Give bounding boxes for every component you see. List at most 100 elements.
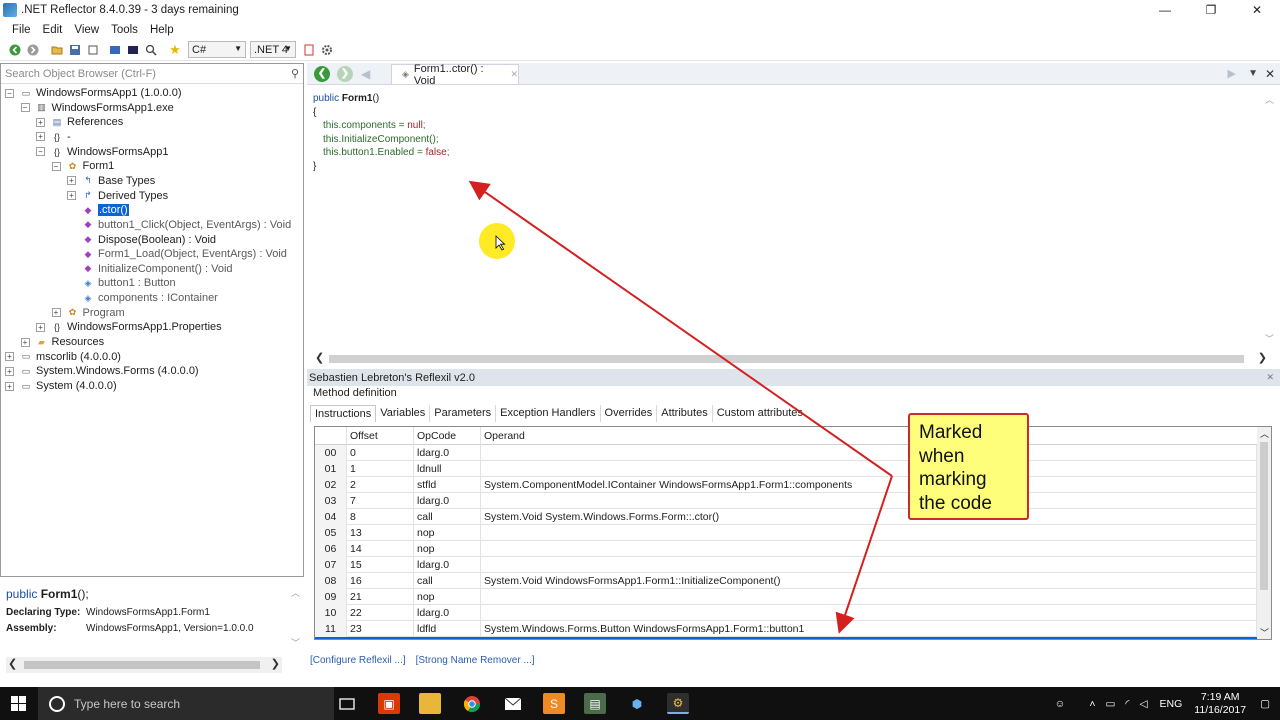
search-icon[interactable] <box>144 43 158 57</box>
tree-node[interactable]: + ↱ Derived Types <box>67 189 168 203</box>
people-icon[interactable]: ☺ <box>1055 698 1066 710</box>
tree-node[interactable]: ◆ InitializeComponent() : Void <box>67 262 233 276</box>
3d-app-icon[interactable]: ⬢ <box>626 693 648 714</box>
code-horizontal-scrollbar[interactable]: ❮ ❯ <box>313 352 1267 365</box>
expand-icon[interactable]: + <box>67 176 76 186</box>
column-header-operand[interactable]: Operand <box>481 427 1257 445</box>
tree-node[interactable]: − ▭ WindowsFormsApp1 (1.0.0.0) <box>5 86 182 100</box>
code-scroll-up-icon[interactable]: ︿ <box>1265 93 1274 106</box>
table-row[interactable]: 04 8 call System.Void System.Windows.Forms.… <box>315 509 1257 525</box>
tree-node[interactable]: + ▭ System.Windows.Forms (4.0.0.0) <box>5 364 199 378</box>
tab-overrides[interactable]: Overrides <box>601 405 658 422</box>
grid-vertical-scrollbar[interactable]: ︿ ﹀ <box>1257 427 1271 639</box>
favorites-icon[interactable]: ★ <box>168 42 182 57</box>
scroll-down-icon[interactable]: ﹀ <box>291 636 300 649</box>
column-header-index[interactable] <box>315 427 347 445</box>
table-row[interactable]: 06 14 nop <box>315 541 1257 557</box>
tree-node[interactable]: + {} - <box>36 130 71 144</box>
table-row[interactable]: 02 2 stfld System.ComponentModel.IContainer… <box>315 477 1257 493</box>
expand-icon[interactable]: + <box>36 322 45 332</box>
notifications-icon[interactable]: ▢ <box>1260 698 1270 710</box>
scrollbar-thumb[interactable] <box>24 661 260 669</box>
collapse-icon[interactable]: − <box>5 88 14 98</box>
scroll-down-icon[interactable]: ﹀ <box>1260 626 1269 639</box>
code-scroll-down-icon[interactable]: ﹀ <box>1265 332 1274 345</box>
table-row[interactable]: 05 13 nop <box>315 525 1257 541</box>
minimize-button[interactable]: — <box>1142 0 1188 20</box>
assembly-value[interactable]: WindowsFormsApp1, Version=1.0.0.0 <box>86 623 254 634</box>
file-explorer-icon[interactable] <box>419 693 441 714</box>
close-editor-icon[interactable]: ✕ <box>1265 67 1275 81</box>
tab-instructions[interactable]: Instructions <box>310 405 377 422</box>
table-row[interactable]: 07 15 ldarg.0 <box>315 557 1257 573</box>
tree-node[interactable]: + ▤ References <box>36 115 123 129</box>
code-method-name[interactable]: Form1 <box>342 93 373 104</box>
tree-node[interactable]: + {} WindowsFormsApp1.Properties <box>36 320 222 334</box>
expand-icon[interactable]: + <box>67 191 76 201</box>
collapse-icon[interactable]: − <box>36 147 45 157</box>
tree-node[interactable]: − ✿ Form1 <box>51 159 114 173</box>
save-icon[interactable] <box>68 43 82 57</box>
expand-icon[interactable]: + <box>51 308 61 318</box>
tree-node[interactable]: + ✿ Program <box>51 306 125 320</box>
tab-parameters[interactable]: Parameters <box>430 405 497 422</box>
tree-node[interactable]: + ▰ Resources <box>20 335 104 349</box>
forward-icon[interactable] <box>26 43 40 57</box>
tab-form1-ctor[interactable]: ◈ Form1..ctor() : Void ✕ <box>391 63 519 87</box>
reflector-taskbar-icon[interactable]: ⚙ <box>667 693 689 714</box>
tree-node[interactable]: − ▥ WindowsFormsApp1.exe <box>20 101 174 115</box>
terminal-app-icon[interactable]: ▤ <box>584 693 606 714</box>
language-select[interactable]: C# ▼ <box>188 41 246 58</box>
tab-variables[interactable]: Variables <box>376 405 431 422</box>
maximize-button[interactable]: ❐ <box>1188 0 1234 20</box>
task-view-icon[interactable] <box>336 693 358 714</box>
tab-custom-attributes[interactable]: Custom attributes <box>713 405 807 422</box>
chrome-icon[interactable] <box>461 693 483 714</box>
taskbar-search[interactable]: Type here to search <box>38 687 334 720</box>
table-row[interactable]: 08 16 call System.Void WindowsFormsApp1.For… <box>315 573 1257 589</box>
collapse-icon[interactable]: − <box>20 103 30 113</box>
strong-name-remover-link[interactable]: [Strong Name Remover ...] <box>416 655 535 666</box>
scrollbar-thumb[interactable] <box>329 355 1244 363</box>
tab-scroll-right-icon[interactable]: ▶ <box>1228 67 1236 80</box>
tab-list-icon[interactable]: ▼ <box>1248 68 1258 79</box>
expand-icon[interactable]: + <box>36 132 45 142</box>
refresh-icon[interactable] <box>86 43 100 57</box>
tree-node[interactable]: ◈ button1 : Button <box>67 276 176 290</box>
tree-node[interactable]: ◆ .ctor() <box>67 203 129 217</box>
menu-edit[interactable]: Edit <box>37 24 69 36</box>
open-icon[interactable] <box>50 43 64 57</box>
mail-icon[interactable] <box>502 693 524 714</box>
column-header-opcode[interactable]: OpCode <box>414 427 481 445</box>
decompiled-code[interactable]: public Form1() { this.components = null;… <box>313 92 449 173</box>
analyzer-icon[interactable] <box>302 43 316 57</box>
table-row[interactable]: 11 23 ldfld System.Windows.Forms.Button Win… <box>315 621 1257 637</box>
tab-scroll-left-icon[interactable]: ◀ <box>361 67 370 81</box>
menu-tools[interactable]: Tools <box>105 24 144 36</box>
framework-select[interactable]: .NET 4 ▼ <box>250 41 296 58</box>
tray-chevron-icon[interactable]: ˄ <box>1089 698 1095 710</box>
configure-reflexil-link[interactable]: [Configure Reflexil ...] <box>310 655 406 666</box>
back-icon[interactable] <box>8 43 22 57</box>
wifi-icon[interactable]: ◜ <box>1125 698 1129 710</box>
language-indicator[interactable]: ENG <box>1160 698 1183 710</box>
tree-node[interactable]: ◈ components : IContainer <box>67 291 218 305</box>
tab-exception-handlers[interactable]: Exception Handlers <box>496 405 601 422</box>
tree-node[interactable]: ◆ button1_Click(Object, EventArgs) : Void <box>67 218 292 232</box>
info-horizontal-scrollbar[interactable]: ❮ ❯ <box>6 657 282 673</box>
tree-node[interactable]: + ▭ mscorlib (4.0.0.0) <box>5 350 121 364</box>
console-icon[interactable] <box>126 43 140 57</box>
menu-file[interactable]: File <box>0 24 37 36</box>
scroll-up-icon[interactable]: ︿ <box>1260 427 1269 440</box>
tree-node[interactable]: −{} WindowsFormsApp1 <box>36 145 168 159</box>
scroll-right-icon[interactable]: ❯ <box>271 657 280 670</box>
expand-icon[interactable]: + <box>5 381 14 391</box>
object-browser-search[interactable]: Search Object Browser (Ctrl-F) ⚲ <box>1 64 303 84</box>
collapse-icon[interactable]: − <box>51 161 61 171</box>
battery-icon[interactable]: ▭ <box>1105 698 1115 710</box>
search-input[interactable]: Search Object Browser (Ctrl-F) <box>5 68 156 80</box>
tab-close-icon[interactable]: ✕ <box>510 69 518 80</box>
windows-start-icon[interactable] <box>11 696 27 715</box>
scrollbar-thumb[interactable] <box>1260 442 1268 590</box>
tree-node[interactable]: + ↰ Base Types <box>67 174 155 188</box>
